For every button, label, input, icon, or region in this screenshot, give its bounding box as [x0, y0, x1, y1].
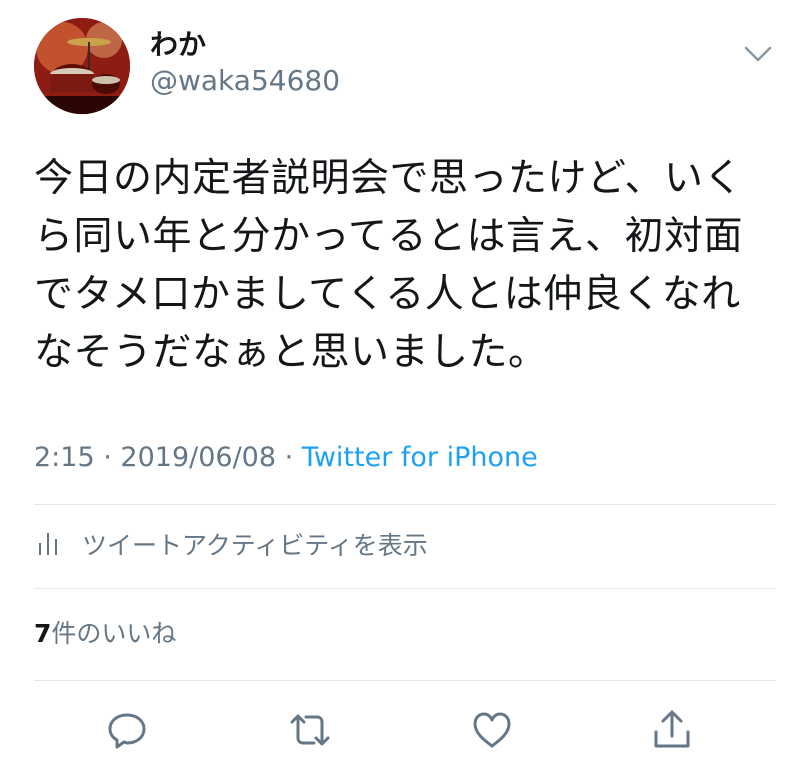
- divider: [34, 588, 776, 589]
- divider: [34, 680, 776, 681]
- avatar[interactable]: [34, 18, 130, 114]
- tweet-activity-label: ツイートアクティビティを表示: [82, 531, 428, 560]
- share-icon[interactable]: [650, 708, 694, 752]
- tweet-meta: 2:15 · 2019/06/08 · Twitter for iPhone: [34, 440, 538, 476]
- tweet-source-link[interactable]: Twitter for iPhone: [302, 442, 538, 473]
- chevron-down-icon[interactable]: [738, 40, 778, 68]
- reply-icon[interactable]: [105, 708, 149, 752]
- tweet-date: 2019/06/08: [120, 442, 277, 473]
- tweet-time: 2:15: [34, 442, 95, 473]
- likes-count[interactable]: 7件のいいね: [34, 616, 176, 652]
- user-handle[interactable]: @waka54680: [150, 64, 340, 98]
- heart-icon[interactable]: [470, 708, 514, 752]
- bar-chart-icon: [34, 529, 64, 559]
- divider: [34, 504, 776, 505]
- display-name[interactable]: わか: [150, 28, 206, 62]
- meta-separator: ·: [284, 442, 302, 473]
- meta-separator: ·: [103, 442, 121, 473]
- likes-label: 件のいいね: [51, 619, 177, 648]
- tweet-text: 今日の内定者説明会で思ったけど、いくら同い年と分かってるとは言え、初対面でタメ口…: [34, 156, 744, 375]
- tweet-activity-button[interactable]: ツイートアクティビティを表示: [34, 524, 428, 564]
- tweet-detail: わか @waka54680 今日の内定者説明会で思ったけど、いくら同い年と分かっ…: [0, 0, 800, 772]
- tweet-actions: [0, 700, 800, 760]
- likes-number: 7: [34, 619, 52, 648]
- avatar-image: [34, 18, 130, 114]
- retweet-icon[interactable]: [288, 708, 332, 752]
